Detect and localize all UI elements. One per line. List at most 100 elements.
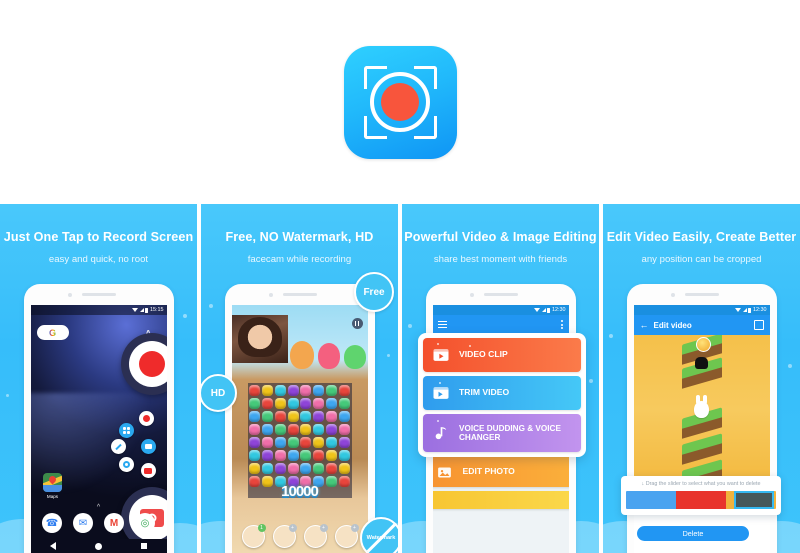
- google-search-pill[interactable]: G: [36, 325, 69, 340]
- delete-button[interactable]: Delete: [637, 526, 749, 541]
- settings-gear-icon[interactable]: [118, 457, 134, 472]
- game-gem[interactable]: [338, 476, 350, 487]
- game-gem[interactable]: [287, 385, 299, 396]
- floating-radial-menu[interactable]: [103, 411, 163, 483]
- dock-icon-phone[interactable]: ☎: [42, 513, 62, 533]
- game-gem[interactable]: [274, 463, 286, 474]
- nav-home-icon[interactable]: [95, 542, 102, 550]
- game-gem[interactable]: [338, 385, 350, 396]
- game-gem[interactable]: [325, 411, 337, 422]
- game-gem[interactable]: [325, 450, 337, 461]
- game-gem[interactable]: [262, 463, 274, 474]
- timeline-segment[interactable]: [626, 491, 651, 509]
- game-gem[interactable]: [287, 398, 299, 409]
- game-gem[interactable]: [300, 463, 312, 474]
- game-gem[interactable]: [274, 437, 286, 448]
- game-gem[interactable]: [249, 450, 261, 461]
- menu-card-edit-photo[interactable]: EDIT PHOTO: [432, 457, 569, 487]
- game-gem[interactable]: [249, 398, 261, 409]
- video-camera-icon[interactable]: [140, 439, 156, 454]
- maps-app-icon[interactable]: [42, 473, 62, 492]
- overflow-menu-icon[interactable]: [560, 320, 563, 331]
- menu-card-more[interactable]: [432, 491, 569, 509]
- game-gem[interactable]: [262, 437, 274, 448]
- game-gem[interactable]: [300, 450, 312, 461]
- game-gem[interactable]: [274, 450, 286, 461]
- menu-card-trim-video[interactable]: TRIM VIDEO: [423, 376, 581, 410]
- game-gem[interactable]: [313, 385, 325, 396]
- game-gem[interactable]: [262, 476, 274, 487]
- status-bar-time: 12:30: [753, 307, 767, 313]
- booster-item[interactable]: +: [334, 523, 359, 548]
- record-dot-icon[interactable]: [138, 411, 154, 426]
- game-gem[interactable]: [274, 424, 286, 435]
- game-gem[interactable]: [249, 463, 261, 474]
- game-gem[interactable]: [338, 398, 350, 409]
- game-gem[interactable]: [249, 476, 261, 487]
- game-gem[interactable]: [262, 385, 274, 396]
- hamburger-menu-icon[interactable]: [437, 321, 447, 329]
- game-gem[interactable]: [338, 411, 350, 422]
- game-gem[interactable]: [325, 385, 337, 396]
- game-gem[interactable]: [313, 463, 325, 474]
- game-gem[interactable]: [300, 424, 312, 435]
- game-gem[interactable]: [287, 411, 299, 422]
- back-arrow-icon[interactable]: ←: [640, 320, 649, 330]
- game-gem[interactable]: [262, 424, 274, 435]
- timeline-segment[interactable]: [701, 491, 726, 509]
- game-gem[interactable]: [313, 437, 325, 448]
- game-gem[interactable]: [249, 385, 261, 396]
- game-gem[interactable]: [262, 411, 274, 422]
- timeline-segment[interactable]: [651, 491, 676, 509]
- save-icon[interactable]: [753, 320, 764, 330]
- game-gem[interactable]: [300, 437, 312, 448]
- game-gem[interactable]: [325, 437, 337, 448]
- menu-card-video-clip[interactable]: VIDEO CLIP: [423, 338, 581, 372]
- apps-grid-icon[interactable]: [118, 423, 134, 438]
- screenshot-camera-icon[interactable]: [140, 463, 156, 478]
- booster-item[interactable]: +: [272, 523, 297, 548]
- dock-icon-gmail[interactable]: M: [104, 513, 124, 533]
- game-gem[interactable]: [338, 450, 350, 461]
- game-gem[interactable]: [287, 424, 299, 435]
- bubble-decoration: [183, 314, 187, 318]
- game-gem[interactable]: [262, 450, 274, 461]
- game-gem[interactable]: [274, 385, 286, 396]
- game-gem[interactable]: [274, 411, 286, 422]
- nav-back-icon[interactable]: [50, 542, 56, 550]
- game-gem[interactable]: [287, 437, 299, 448]
- game-gem[interactable]: [325, 424, 337, 435]
- game-gem[interactable]: [313, 398, 325, 409]
- game-gem[interactable]: [325, 476, 337, 487]
- game-gem[interactable]: [300, 398, 312, 409]
- game-gem[interactable]: [325, 463, 337, 474]
- game-gem[interactable]: [249, 424, 261, 435]
- game-gem[interactable]: [262, 398, 274, 409]
- brush-icon[interactable]: [110, 439, 126, 454]
- timeline-selection-handle[interactable]: [734, 491, 774, 509]
- game-gem[interactable]: [313, 411, 325, 422]
- game-gem[interactable]: [313, 424, 325, 435]
- game-gem[interactable]: [338, 424, 350, 435]
- timeline-segment[interactable]: [676, 491, 701, 509]
- game-gem[interactable]: [300, 411, 312, 422]
- facecam-face-shape: [241, 323, 278, 363]
- game-gem[interactable]: [287, 450, 299, 461]
- game-gem[interactable]: [300, 385, 312, 396]
- game-gem[interactable]: [249, 437, 261, 448]
- record-button[interactable]: [120, 333, 167, 395]
- game-gem[interactable]: [274, 398, 286, 409]
- dock-icon-chrome[interactable]: ◎: [135, 513, 155, 533]
- game-gem[interactable]: [338, 437, 350, 448]
- game-gem[interactable]: [313, 450, 325, 461]
- game-gem[interactable]: [338, 463, 350, 474]
- nav-recents-icon[interactable]: [141, 543, 147, 549]
- booster-item[interactable]: 1: [241, 523, 266, 548]
- dock-icon-messages[interactable]: ✉: [73, 513, 93, 533]
- game-gem[interactable]: [287, 463, 299, 474]
- booster-item[interactable]: +: [303, 523, 328, 548]
- game-gem[interactable]: [249, 411, 261, 422]
- game-gem[interactable]: [325, 398, 337, 409]
- timeline-filmstrip[interactable]: [626, 491, 776, 509]
- menu-card-voice-dudding[interactable]: VOICE DUDDING & VOICE CHANGER: [423, 414, 581, 452]
